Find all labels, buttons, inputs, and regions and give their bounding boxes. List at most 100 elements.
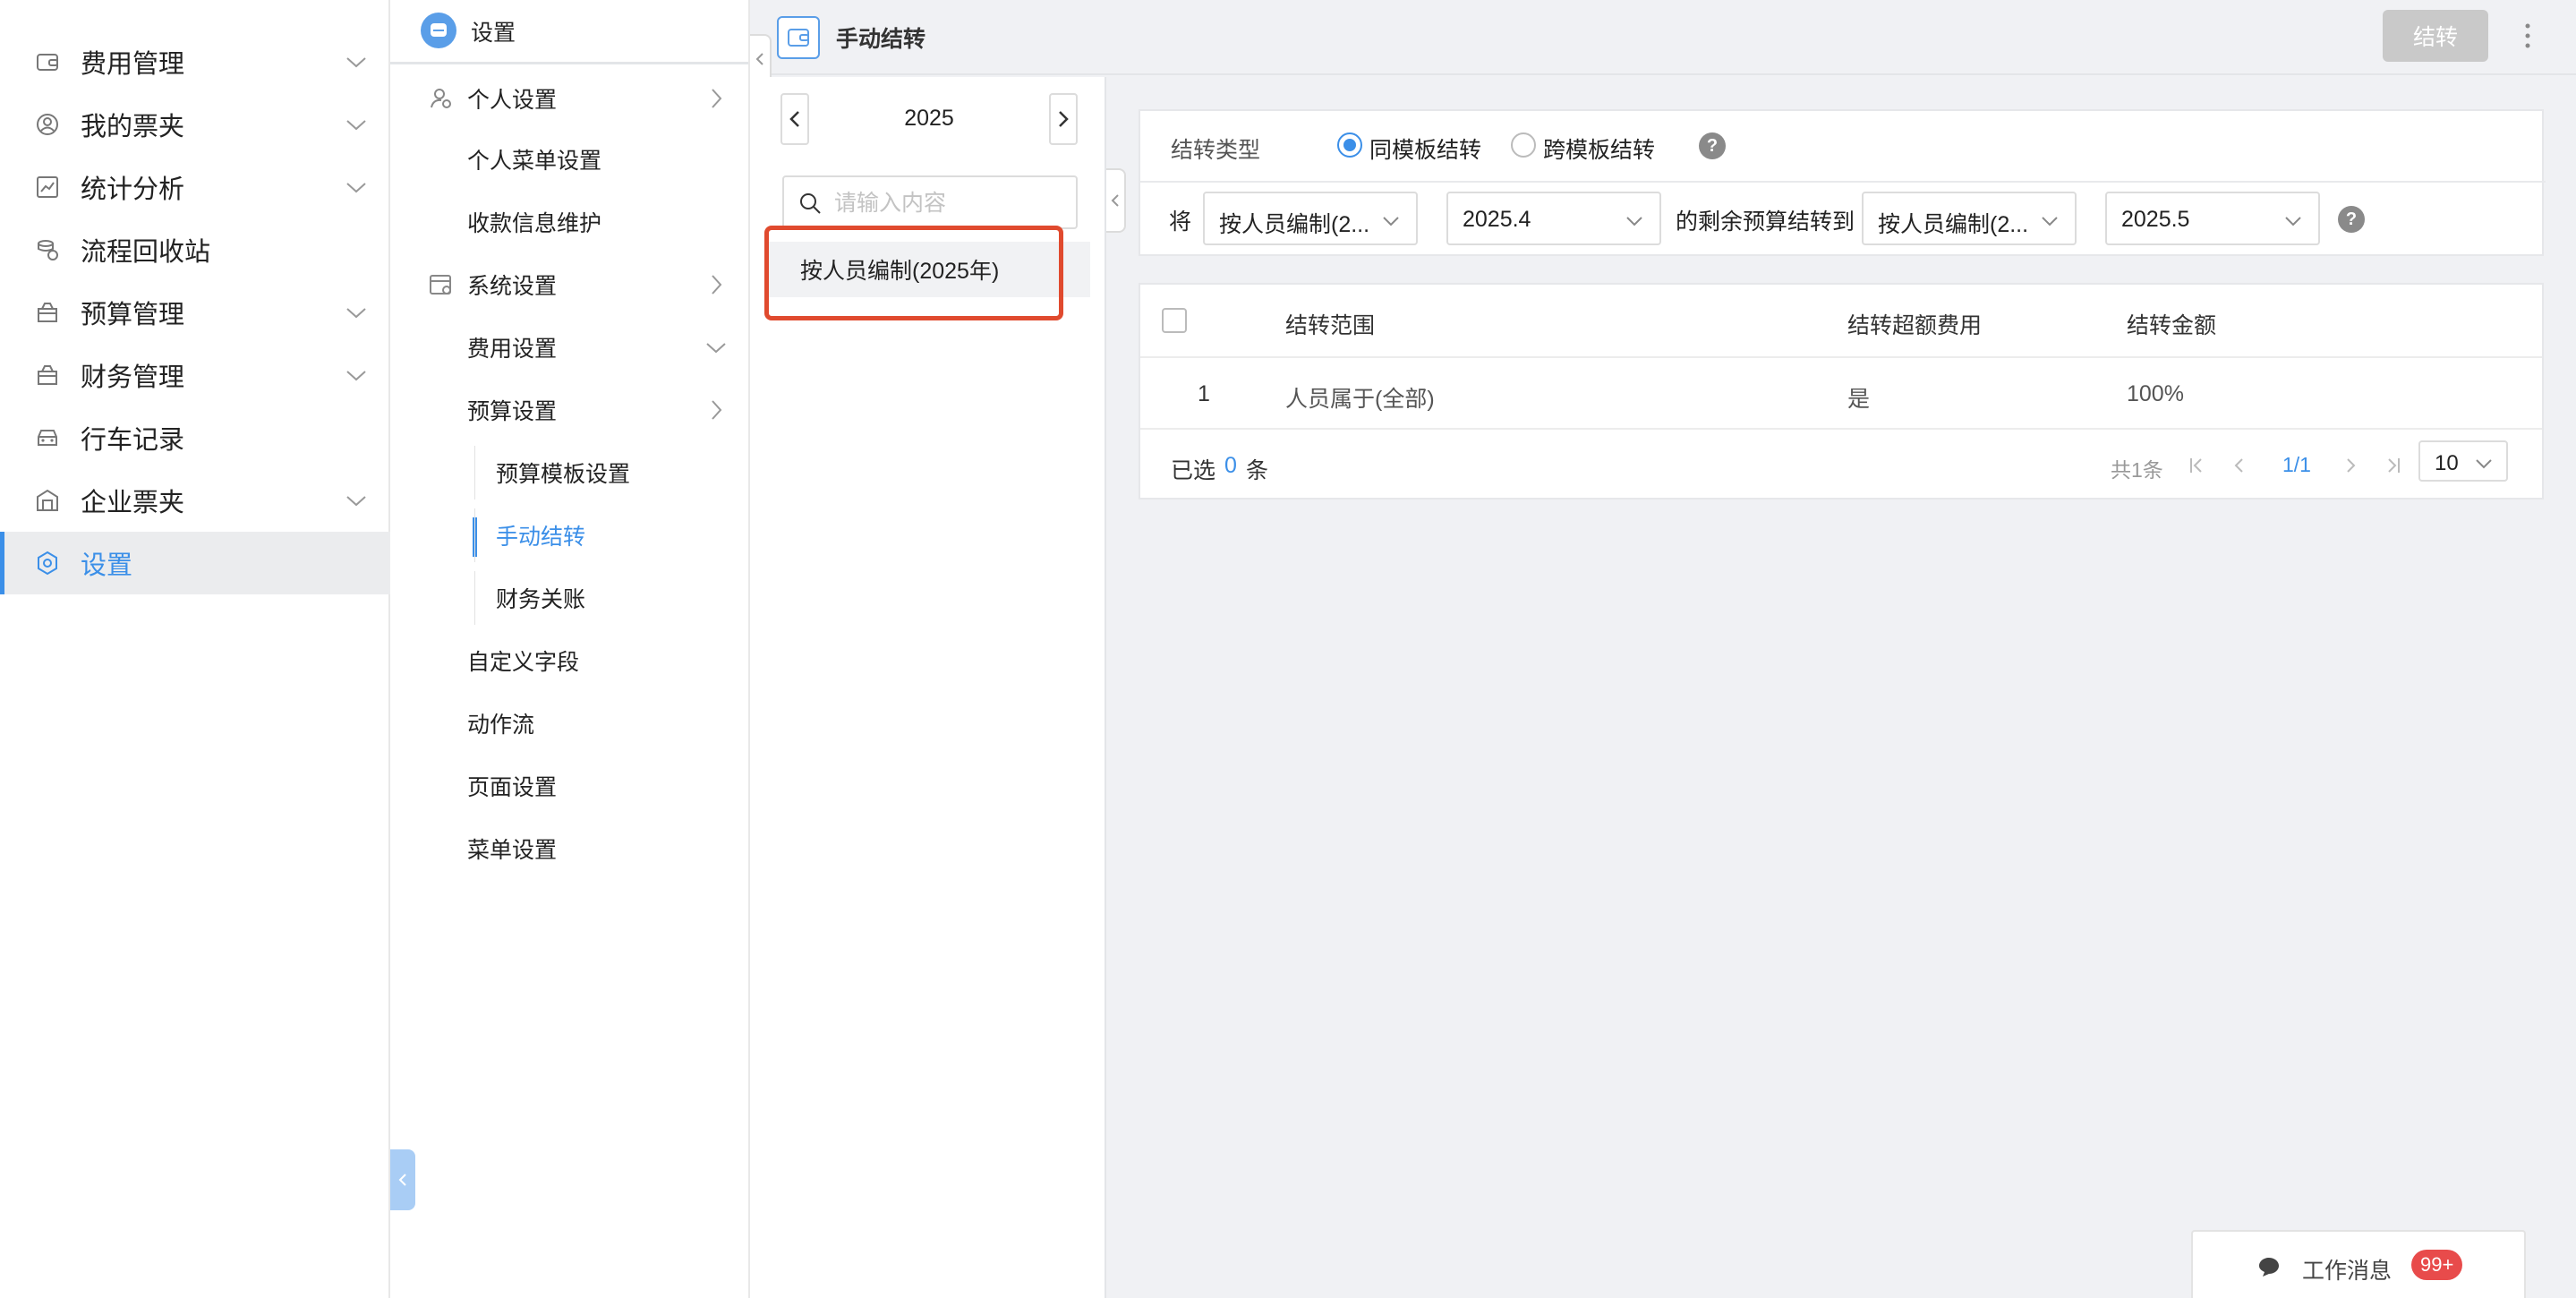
help-icon[interactable]: ? [2338,206,2365,233]
chevron-down-icon [346,183,366,193]
selected-count: 0 [1224,453,1237,478]
menu-manual-carry-over[interactable]: 手动结转 [390,508,748,562]
page-title: 手动结转 [836,27,926,52]
menu-label: 页面设置 [467,775,558,800]
radio-label: 同模板结转 [1369,138,1482,163]
menu-expense-settings[interactable]: 费用设置 [390,320,748,374]
page-size-select[interactable]: 10 [2418,440,2508,482]
carry-rules-table: 结转范围 结转超额费用 结转金额 1 人员属于(全部) 是 100% 已选 0 … [1139,283,2544,500]
chevron-down-icon [2042,217,2058,226]
submenu-rule [474,508,475,562]
template-panel: 2025 按人员编制(2025年) [750,77,1106,1298]
source-template-select[interactable]: 按人员编制(2... [1203,192,1418,245]
sidebar-item-label: 行车记录 [81,426,185,455]
column-header: 结转范围 [1285,313,1376,338]
menu-label: 动作流 [467,713,535,738]
page-size-value: 10 [2435,451,2459,475]
next-page-icon[interactable] [2340,455,2361,476]
sidebar-item-recycle[interactable]: 流程回收站 [0,218,390,281]
work-messages-label: 工作消息 [2302,1259,2393,1284]
finance-bag-icon [38,365,57,385]
system-settings-icon [430,275,451,295]
menu-label: 收款信息维护 [467,211,602,236]
target-period-select[interactable]: 2025.5 [2105,192,2320,245]
recycle-icon [38,240,58,260]
sidebar-item-budget[interactable]: 预算管理 [0,281,390,344]
chevron-down-icon [346,57,366,68]
menu-label: 自定义字段 [467,650,580,675]
menu-page-settings[interactable]: 页面设置 [390,759,748,813]
chevron-down-icon [346,308,366,319]
more-vertical-icon[interactable] [2519,20,2537,52]
menu-financial-closing[interactable]: 财务关账 [390,571,748,625]
sidebar-item-label: 统计分析 [81,175,185,204]
template-name: 按人员编制(2025年) [800,259,1000,284]
prev-page-icon[interactable] [2229,455,2250,476]
select-value: 按人员编制(2... [1878,212,2029,237]
menu-label: 预算设置 [467,399,558,424]
chevron-down-icon [346,120,366,131]
help-icon[interactable]: ? [1699,132,1726,159]
column-header: 结转超额费用 [1847,313,1983,338]
first-page-icon[interactable] [2186,455,2207,476]
menu-action-flow[interactable]: 动作流 [390,696,748,750]
sidebar-item-statistics[interactable]: 统计分析 [0,156,390,218]
source-period-select[interactable]: 2025.4 [1446,192,1661,245]
collapse-template-panel-button[interactable] [1106,168,1126,233]
sidebar-item-label: 费用管理 [81,50,185,79]
chevron-right-icon [712,89,722,108]
sidebar-item-settings[interactable]: 设置 [0,532,390,594]
search-input[interactable] [834,186,1067,220]
table-row[interactable]: 1 人员属于(全部) 是 100% [1140,358,2542,430]
settings-gear-icon [38,551,57,576]
template-list-item[interactable]: 按人员编制(2025年) [766,242,1090,297]
page-indicator: 1/1 [2282,453,2311,476]
radio-same-template[interactable] [1337,132,1362,158]
unread-badge: 99+ [2411,1250,2463,1280]
sidebar-item-driving-log[interactable]: 行车记录 [0,406,390,469]
sidebar-item-label: 预算管理 [81,301,185,329]
carry-over-button[interactable]: 结转 [2383,10,2488,62]
chevron-down-icon [1626,217,1642,226]
row-overage: 是 [1847,387,1871,412]
menu-personal-menu-settings[interactable]: 个人菜单设置 [390,132,748,186]
settings-menu-title: 设置 [471,20,516,46]
chevron-down-icon [2285,217,2301,226]
menu-label: 个人菜单设置 [467,149,602,174]
menu-menu-settings[interactable]: 菜单设置 [390,822,748,875]
settings-menu: 设置 个人设置 个人菜单设置 收款信息维护 系统设置 费用设置 预算设置 预算模… [390,0,750,1298]
target-template-select[interactable]: 按人员编制(2... [1862,192,2077,245]
menu-label: 系统设置 [467,274,558,299]
sidebar-item-finance[interactable]: 财务管理 [0,344,390,406]
menu-budget-settings[interactable]: 预算设置 [390,383,748,437]
work-messages-button[interactable]: 工作消息 99+ [2191,1230,2526,1298]
menu-personal-settings[interactable]: 个人设置 [390,72,748,125]
column-header: 结转金额 [2127,313,2217,338]
menu-system-settings[interactable]: 系统设置 [390,258,748,312]
chart-icon [37,176,58,198]
menu-budget-template-settings[interactable]: 预算模板设置 [390,446,748,500]
selected-suffix: 条 [1246,458,1269,483]
next-year-button[interactable] [1049,93,1078,145]
menu-payment-info[interactable]: 收款信息维护 [390,195,748,249]
chevron-left-icon [755,53,763,65]
collapse-sidebar-button[interactable] [390,1149,415,1210]
row-index: 1 [1198,381,1210,406]
chevron-left-icon [1111,194,1119,207]
radio-cross-template[interactable] [1511,132,1536,158]
total-count: 共1条 [2111,458,2163,482]
submenu-rule [474,446,475,500]
last-page-icon[interactable] [2383,455,2404,476]
chevron-down-icon [346,371,366,381]
user-settings-icon [431,89,451,108]
sidebar-item-enterprise-tickets[interactable]: 企业票夹 [0,469,390,532]
sidebar-item-expense[interactable]: 费用管理 [0,30,390,93]
template-search[interactable] [782,175,1078,229]
wallet-icon [37,54,58,71]
chat-bubble-icon [2259,1258,2279,1277]
carry-type-label: 结转类型 [1171,138,1261,163]
sidebar-item-my-tickets[interactable]: 我的票夹 [0,93,390,156]
select-all-checkbox[interactable] [1162,308,1187,333]
sidebar-item-label: 企业票夹 [81,489,185,517]
menu-custom-fields[interactable]: 自定义字段 [390,634,748,687]
